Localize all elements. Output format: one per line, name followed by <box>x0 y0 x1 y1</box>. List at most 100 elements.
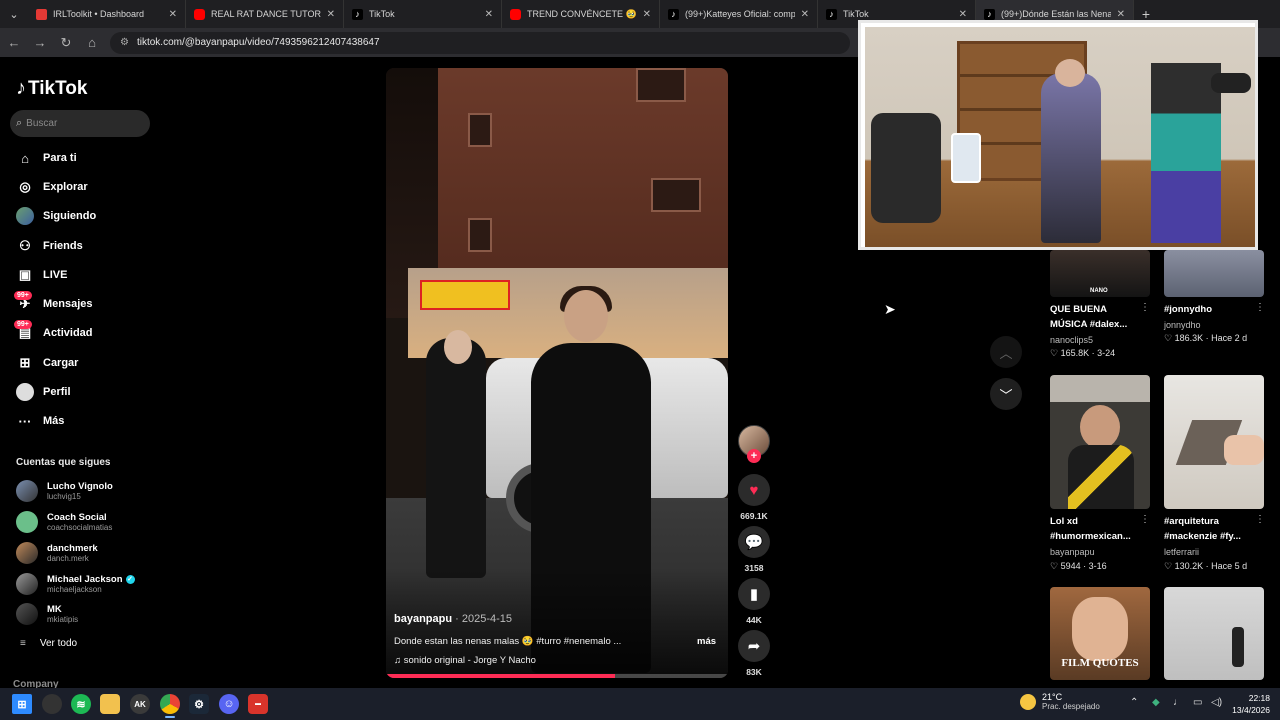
microphone-icon[interactable]: ♩ <box>1173 697 1183 708</box>
tiktok-logo[interactable]: ♪ TikTok <box>16 77 87 100</box>
more-options-icon[interactable]: ⋮ <box>1140 302 1150 313</box>
browser-tab[interactable]: REAL RAT DANCE TUTORIAL 🐀 ✕ <box>186 0 344 28</box>
like-button[interactable]: ♥ <box>738 474 770 506</box>
youtube-icon <box>510 8 521 20</box>
browser-tab[interactable]: TREND CONVÉNCETE 🥹 #bail ✕ <box>502 0 660 28</box>
follow-plus-icon[interactable]: + <box>747 449 761 463</box>
sidebar-item-para-ti[interactable]: ⌂ Para ti <box>16 147 77 169</box>
followed-account[interactable]: Lucho Vignolo luchvig15 <box>16 478 113 504</box>
video-frame-window <box>651 178 701 212</box>
followed-account[interactable]: MK mkiatipis <box>16 601 78 627</box>
browser-tab[interactable]: IRLToolkit • Dashboard ✕ <box>28 0 186 28</box>
sidebar-item-mensajes[interactable]: ✈ 99+ Mensajes <box>14 291 93 315</box>
sidebar-item-live[interactable]: ▣ LIVE <box>16 264 68 286</box>
forward-icon[interactable]: → <box>28 31 52 55</box>
sidebar-item-actividad[interactable]: ▤ 99+ Actividad <box>14 320 93 344</box>
tab-title: REAL RAT DANCE TUTORIAL 🐀 <box>211 8 321 19</box>
related-author[interactable]: letferrarii <box>1164 547 1199 557</box>
weather-desc: Prac. despejado <box>1042 702 1100 711</box>
sidebar-item-cargar[interactable]: ⊞ Cargar <box>16 352 79 374</box>
account-handle: luchvig15 <box>47 492 81 501</box>
close-tab-icon[interactable]: ✕ <box>485 9 493 20</box>
close-tab-icon[interactable]: ✕ <box>643 9 651 20</box>
home-icon[interactable]: ⌂ <box>80 31 104 55</box>
close-tab-icon[interactable]: ✕ <box>327 9 335 20</box>
close-tab-icon[interactable]: ✕ <box>1117 9 1125 20</box>
sidebar-item-explorar[interactable]: ◎ Explorar <box>16 176 87 198</box>
steam-icon[interactable]: ⚙ <box>189 694 209 714</box>
chevron-up-icon[interactable]: ⌃ <box>1130 697 1138 708</box>
related-title[interactable]: #arquitetura #mackenzie #fy... <box>1164 514 1252 544</box>
close-tab-icon[interactable]: ✕ <box>959 9 967 20</box>
windows-start-icon[interactable]: ⊞ <box>12 694 32 714</box>
related-title[interactable]: QUE BUENA MÚSICA #dalex... <box>1050 302 1138 332</box>
related-title[interactable]: #jonnydho <box>1164 302 1252 317</box>
account-handle: michaeljackson <box>47 585 102 594</box>
close-tab-icon[interactable]: ✕ <box>801 9 809 20</box>
tab-search-icon[interactable]: ⌄ <box>0 0 28 28</box>
followed-account[interactable]: Michael Jackson ✓ michaeljackson <box>16 571 135 597</box>
search-placeholder: Buscar <box>26 118 58 129</box>
related-date: Hace 2 d <box>1211 333 1248 343</box>
security-icon[interactable]: ◆ <box>1152 697 1160 708</box>
sidebar-item-perfil[interactable]: Perfil <box>16 381 71 403</box>
close-tab-icon[interactable]: ✕ <box>169 9 177 20</box>
related-title[interactable]: Lol xd #humormexican... <box>1050 514 1138 544</box>
reload-icon[interactable]: ↻ <box>54 31 78 55</box>
browser-tab[interactable]: ♪ TikTok ✕ <box>344 0 502 28</box>
previous-video-button[interactable]: ︿ <box>990 336 1022 368</box>
active-app-indicator <box>165 716 175 718</box>
video-player[interactable]: bayanpapu · 2025-4-15 Donde estan las ne… <box>386 68 728 678</box>
discord-icon[interactable]: ☺ <box>219 694 239 714</box>
account-handle: danch.merk <box>47 554 89 563</box>
avatar <box>16 480 38 502</box>
more-options-icon[interactable]: ⋮ <box>1140 514 1150 525</box>
related-thumbnail[interactable] <box>1050 375 1150 509</box>
sidebar-item-friends[interactable]: ⚇ Friends <box>16 235 83 257</box>
account-handle: coachsocialmatias <box>47 523 113 532</box>
related-author[interactable]: jonnydho <box>1164 320 1201 330</box>
app-icon[interactable] <box>42 694 62 714</box>
related-author[interactable]: nanoclips5 <box>1050 335 1093 345</box>
related-views: 130.2K <box>1174 561 1204 571</box>
share-button[interactable]: ➦ <box>738 630 770 662</box>
more-options-icon[interactable]: ⋮ <box>1255 302 1265 313</box>
address-bar[interactable]: ⚙ tiktok.com/@bayanpapu/video/7493596212… <box>110 31 850 54</box>
account-name: danchmerk <box>47 543 98 554</box>
save-button[interactable]: ▮ <box>738 578 770 610</box>
followed-account[interactable]: danchmerk danch.merk <box>16 540 98 566</box>
site-info-icon[interactable]: ⚙ <box>120 37 129 48</box>
following-section-title: Cuentas que sigues <box>16 457 111 468</box>
comment-button[interactable]: 💬 <box>738 526 770 558</box>
related-thumbnail[interactable]: NANO <box>1050 250 1150 297</box>
system-clock[interactable]: 22:18 13/4/2026 <box>1222 692 1270 716</box>
video-author[interactable]: bayanpapu · 2025-4-15 <box>394 613 512 625</box>
next-video-button[interactable]: ﹀ <box>990 378 1022 410</box>
network-icon[interactable]: ▭ <box>1193 697 1202 708</box>
chrome-icon[interactable] <box>160 694 180 714</box>
more-button[interactable]: más <box>697 636 716 647</box>
sidebar-item-mas[interactable]: ··· Más <box>16 410 65 432</box>
more-options-icon[interactable]: ⋮ <box>1255 514 1265 525</box>
followed-account[interactable]: Coach Social coachsocialmatias <box>16 509 112 535</box>
related-author[interactable]: bayanpapu <box>1050 547 1095 557</box>
heart-icon: ♥ <box>749 481 759 499</box>
related-thumbnail[interactable] <box>1164 375 1264 509</box>
sidebar-item-label: Siguiendo <box>43 210 97 222</box>
related-thumbnail[interactable] <box>1164 587 1264 680</box>
related-date: Hace 5 d <box>1211 561 1248 571</box>
sidebar-item-siguiendo[interactable]: Siguiendo <box>16 205 96 227</box>
app-icon[interactable]: ▬ <box>248 694 268 714</box>
spotify-icon[interactable]: ≋ <box>71 694 91 714</box>
weather-widget[interactable]: 21°C Prac. despejado <box>1020 692 1100 711</box>
file-explorer-icon[interactable] <box>100 694 120 714</box>
browser-tab[interactable]: ♪ (99+)Katteyes Oficial: comparte ✕ <box>660 0 818 28</box>
video-sound[interactable]: ♫ sonido original - Jorge Y Nacho <box>394 655 536 666</box>
related-thumbnail[interactable] <box>1164 250 1264 297</box>
app-icon[interactable]: AK <box>130 694 150 714</box>
volume-icon[interactable]: ◁) <box>1211 697 1222 708</box>
related-thumbnail[interactable]: FILM QUOTES <box>1050 587 1150 680</box>
back-icon[interactable]: ← <box>2 31 26 55</box>
see-all-link[interactable]: ≡ Ver todo <box>20 638 77 649</box>
search-input[interactable]: ⌕ Buscar <box>10 110 150 137</box>
